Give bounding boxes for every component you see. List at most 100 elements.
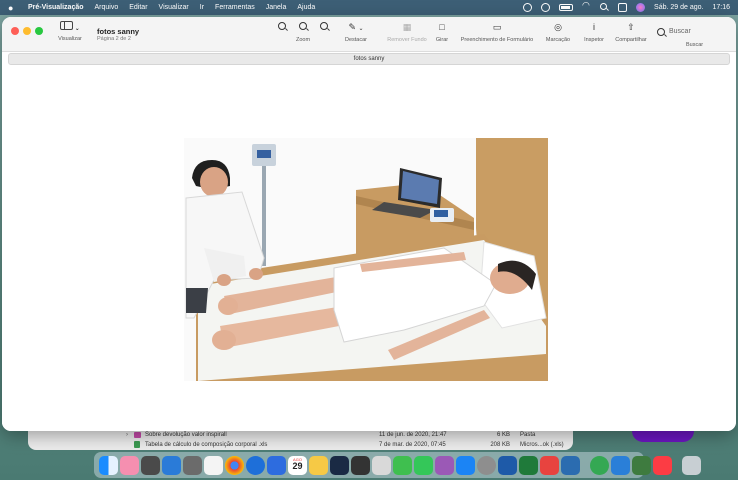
chrome-icon[interactable] bbox=[225, 455, 244, 475]
file-kind: Micros...ok (.xls) bbox=[520, 441, 564, 448]
app-store-icon[interactable] bbox=[456, 455, 475, 475]
podcasts-icon[interactable] bbox=[435, 455, 454, 475]
excel-icon[interactable] bbox=[519, 455, 538, 475]
zoom-out-icon[interactable] bbox=[278, 22, 286, 30]
word-icon[interactable] bbox=[561, 455, 580, 475]
file-name: Sobre devolução valor inspirall bbox=[145, 431, 227, 438]
menu-app-name[interactable]: Pré-Visualização bbox=[28, 4, 84, 11]
calendar-month: AGO bbox=[293, 456, 302, 462]
zoom-fit-icon[interactable] bbox=[299, 22, 307, 30]
whatsapp-icon[interactable] bbox=[590, 455, 609, 475]
mission-control-icon[interactable] bbox=[141, 455, 160, 475]
minimize-button[interactable] bbox=[23, 27, 31, 35]
info-icon: i bbox=[593, 22, 595, 32]
list-item[interactable]: Tabela de cálculo de composição corporal… bbox=[126, 440, 566, 449]
file-date: 7 de mar. de 2020, 07:45 bbox=[379, 441, 446, 448]
share-icon: ⇧ bbox=[627, 22, 635, 32]
freeform-icon[interactable] bbox=[330, 455, 349, 475]
menu-ir[interactable]: Ir bbox=[200, 4, 204, 11]
document-photo bbox=[184, 138, 548, 381]
medical-mannequin-photo bbox=[184, 138, 548, 381]
menu-ferramentas[interactable]: Ferramentas bbox=[215, 4, 255, 11]
file-kind: Pasta bbox=[520, 431, 536, 438]
teams-icon[interactable] bbox=[632, 455, 651, 475]
preview-icon[interactable] bbox=[611, 455, 630, 475]
menu-visualizar[interactable]: Visualizar bbox=[159, 4, 189, 11]
screenshot-icon[interactable] bbox=[351, 455, 370, 475]
rotate-button[interactable]: □ Girar bbox=[432, 22, 452, 43]
share-button[interactable]: ⇧ Compartilhar bbox=[613, 22, 649, 43]
system-settings-icon[interactable] bbox=[477, 455, 496, 475]
finder-icon[interactable] bbox=[99, 455, 118, 475]
menu-bar: ● Pré-Visualização Arquivo Editar Visual… bbox=[0, 0, 738, 15]
mail-icon[interactable] bbox=[162, 455, 181, 475]
highlight-button[interactable]: ✎ ⌄ Destacar bbox=[340, 22, 372, 43]
sidebar-icon bbox=[60, 21, 74, 30]
chevron-right-icon[interactable]: › bbox=[126, 432, 134, 438]
apple-icon[interactable]: ● bbox=[8, 3, 18, 13]
messages-icon[interactable] bbox=[414, 455, 433, 475]
form-filling-icon: ▭ bbox=[492, 22, 502, 32]
menu-ajuda[interactable]: Ajuda bbox=[297, 4, 315, 11]
file-size: 208 KB bbox=[490, 441, 510, 448]
menu-arquivo[interactable]: Arquivo bbox=[95, 4, 119, 11]
zoom-label: Zoom bbox=[295, 37, 311, 43]
document-canvas bbox=[2, 67, 736, 431]
sidebar-toggle-button[interactable]: ⌄ Visualizar bbox=[55, 21, 85, 42]
contacts-icon[interactable] bbox=[183, 455, 202, 475]
notes-icon[interactable] bbox=[309, 455, 328, 475]
maps-icon[interactable] bbox=[393, 455, 412, 475]
inspector-button[interactable]: i Inspetor bbox=[581, 22, 607, 43]
remove-background-button[interactable]: ▦ Remover Fundo bbox=[384, 22, 430, 43]
file-date: 11 de jun. de 2020, 21:47 bbox=[379, 431, 447, 438]
screen-mirroring-icon[interactable] bbox=[541, 3, 551, 12]
list-item[interactable]: › Sobre devolução valor inspirall 11 de … bbox=[126, 430, 566, 439]
search-icon bbox=[657, 27, 665, 36]
wifi-icon[interactable] bbox=[582, 0, 591, 12]
menubar-time[interactable]: 17:16 bbox=[712, 4, 730, 11]
launchpad-icon[interactable] bbox=[120, 455, 139, 475]
music-icon[interactable] bbox=[653, 455, 672, 475]
close-button[interactable] bbox=[11, 27, 19, 35]
spotlight-icon[interactable] bbox=[600, 3, 609, 12]
trash-icon[interactable] bbox=[682, 455, 701, 475]
powerpoint-icon[interactable] bbox=[540, 455, 559, 475]
file-size: 6 KB bbox=[496, 431, 510, 438]
tab-fotos-sanny[interactable]: fotos sanny bbox=[8, 53, 730, 65]
battery-icon[interactable] bbox=[559, 4, 574, 11]
markup-icon: ◎ bbox=[554, 22, 562, 32]
toolbar: ⌄ Visualizar fotos sanny Página 2 de 2 Z… bbox=[2, 17, 736, 52]
sidebar-label: Visualizar bbox=[58, 36, 82, 42]
file-name: Tabela de cálculo de composição corporal… bbox=[145, 441, 268, 448]
search-label: Buscar bbox=[686, 42, 704, 48]
menu-janela[interactable]: Janela bbox=[266, 4, 287, 11]
highlighter-icon: ✎ ⌄ bbox=[348, 22, 364, 32]
page-indicator: Página 2 de 2 bbox=[97, 36, 131, 42]
zoom-in-icon[interactable] bbox=[320, 22, 328, 30]
photos-icon[interactable] bbox=[204, 455, 223, 475]
document-title: fotos sanny bbox=[97, 27, 140, 36]
reminders-icon[interactable] bbox=[372, 455, 391, 475]
fullscreen-button[interactable] bbox=[35, 27, 43, 35]
remove-background-icon: ▦ bbox=[402, 22, 412, 32]
control-center-icon[interactable] bbox=[618, 3, 628, 12]
preview-window: ⌄ Visualizar fotos sanny Página 2 de 2 Z… bbox=[2, 17, 736, 431]
safari-icon[interactable] bbox=[246, 455, 265, 475]
siri-icon[interactable] bbox=[636, 3, 646, 12]
form-filling-button[interactable]: ▭ Preenchimento de Formulário bbox=[457, 22, 537, 43]
outlook-icon[interactable] bbox=[498, 455, 517, 475]
markup-button[interactable]: ◎ Marcação bbox=[542, 22, 574, 43]
rotate-icon: □ bbox=[439, 22, 445, 32]
search-placeholder: Buscar bbox=[669, 28, 691, 35]
search-input[interactable]: Buscar bbox=[657, 25, 727, 38]
menu-editar[interactable]: Editar bbox=[129, 4, 147, 11]
menubar-date[interactable]: Sáb. 29 de ago. bbox=[654, 4, 703, 11]
focus-icon[interactable] bbox=[523, 3, 533, 12]
spreadsheet-icon bbox=[134, 441, 140, 448]
zoom-app-icon[interactable] bbox=[267, 455, 286, 475]
folder-icon bbox=[134, 431, 141, 438]
dock: AGO 29 bbox=[94, 452, 701, 478]
calendar-day: 29 bbox=[292, 460, 303, 471]
calendar-icon[interactable]: AGO 29 bbox=[288, 455, 307, 475]
zoom-controls: Zoom bbox=[278, 22, 328, 43]
